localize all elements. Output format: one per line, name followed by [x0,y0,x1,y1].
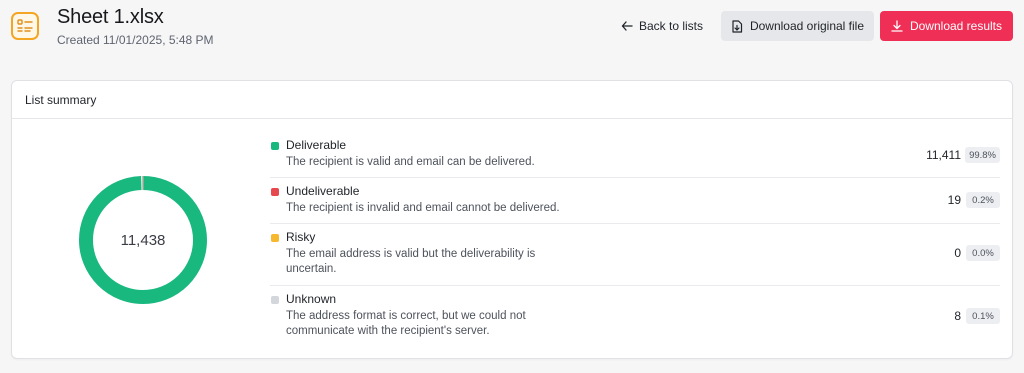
card-header: List summary [12,81,1012,119]
deliverable-swatch [271,142,279,150]
back-to-lists-label: Back to lists [638,19,704,33]
status-count: 0 [954,246,961,260]
status-row-undeliverable: Undeliverable The recipient is invalid a… [270,178,1000,224]
status-description: The recipient is valid and email can be … [286,156,535,168]
list-summary-card: List summary 11,438 Deliverable The reci… [11,80,1013,359]
download-original-file-button[interactable]: Download original file [721,11,874,41]
created-timestamp: Created 11/01/2025, 5:48 PM [57,33,214,47]
status-name: Unknown [286,292,337,306]
status-count: 8 [954,309,961,323]
download-results-label: Download results [909,19,1003,33]
status-row-unknown: Unknown The address format is correct, b… [270,286,1000,348]
undeliverable-swatch [271,188,279,196]
card-title: List summary [25,93,97,107]
status-row-deliverable: Deliverable The recipient is valid and e… [270,132,1000,178]
status-percent-badge: 0.2% [966,192,1000,208]
status-percent-badge: 99.8% [965,147,1000,163]
status-row-risky: Risky The email address is valid but the… [270,224,1000,286]
arrow-left-icon [621,21,633,31]
spreadsheet-file-icon [11,12,39,40]
donut-total: 11,438 [120,231,166,249]
back-to-lists-button[interactable]: Back to lists [612,11,712,41]
status-percent-badge: 0.0% [966,245,1000,261]
unknown-swatch [271,296,279,304]
status-name: Deliverable [286,138,347,152]
status-description: The recipient is invalid and email canno… [286,202,560,214]
status-list: Deliverable The recipient is valid and e… [270,132,1000,348]
status-percent-badge: 0.1% [966,308,1000,324]
download-original-file-label: Download original file [749,19,865,33]
status-description: The email address is valid but the deliv… [286,248,536,275]
status-name: Undeliverable [286,184,360,198]
status-description: The address format is correct, but we co… [286,310,526,337]
page-header: Sheet 1.xlsx Created 11/01/2025, 5:48 PM… [0,0,1024,70]
status-name: Risky [286,230,316,244]
risky-swatch [271,234,279,242]
status-count: 11,411 [926,148,961,162]
download-results-button[interactable]: Download results [880,11,1013,41]
file-download-icon [732,19,743,33]
download-icon [891,20,903,32]
page-title: Sheet 1.xlsx [57,6,164,28]
status-count: 19 [947,193,961,207]
